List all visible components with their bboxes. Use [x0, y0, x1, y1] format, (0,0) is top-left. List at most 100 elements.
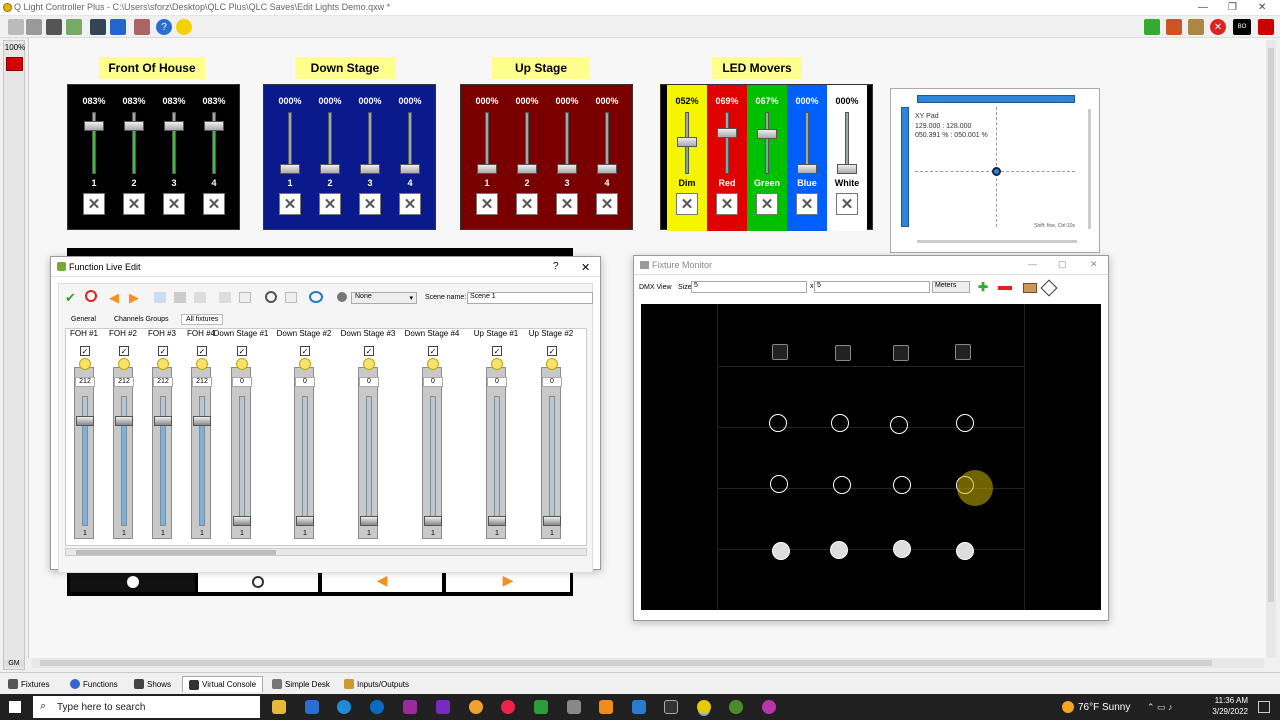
taskbar-search[interactable]: ⌕ Type here to search	[33, 696, 260, 718]
background-image-icon[interactable]	[1023, 283, 1037, 293]
windows-start-icon[interactable]	[9, 701, 21, 713]
channel-value-input[interactable]: 0	[359, 377, 379, 387]
vc-vscroll-thumb[interactable]	[1268, 48, 1274, 602]
mode-toggle-icon[interactable]	[1258, 19, 1274, 35]
app-icon-6[interactable]	[599, 700, 613, 714]
slider-handle[interactable]	[477, 164, 497, 174]
vc-vertical-scrollbar[interactable]	[1266, 40, 1276, 658]
channel-value-input[interactable]: 0	[542, 377, 562, 387]
xy-pad[interactable]: XY Pad 129.000 : 128.000 050.391 % : 050…	[890, 88, 1100, 253]
copy-icon[interactable]	[154, 292, 166, 303]
tab-shows[interactable]: Shows	[128, 676, 177, 692]
reset-button[interactable]: ✕	[756, 193, 778, 215]
slider-handle[interactable]	[233, 516, 251, 526]
edit-icon[interactable]	[66, 19, 82, 35]
grand-master[interactable]: 100% GM	[3, 40, 25, 670]
help-icon[interactable]: ?	[156, 19, 172, 35]
wand-icon[interactable]	[194, 292, 206, 303]
app-icon-2[interactable]	[436, 700, 450, 714]
tray-icons[interactable]: ⌃ ▭ ♪	[1147, 702, 1173, 713]
enable-checkbox[interactable]: ✓	[80, 346, 90, 356]
channel-value-input[interactable]: 0	[487, 377, 507, 387]
panic-icon[interactable]: ✕	[1210, 19, 1226, 35]
reset-button[interactable]: ✕	[676, 193, 698, 215]
app-icon-4[interactable]	[534, 700, 548, 714]
close-window-button[interactable]: ✕	[1258, 2, 1266, 13]
channel-value-input[interactable]: 212	[75, 377, 95, 387]
enable-checkbox[interactable]: ✓	[428, 346, 438, 356]
slider-handle[interactable]	[296, 516, 314, 526]
slider-handle[interactable]	[597, 164, 617, 174]
slider-handle[interactable]	[797, 164, 817, 174]
slider-handle[interactable]	[76, 416, 94, 427]
fixture-monitor-grid[interactable]	[641, 304, 1101, 610]
slider-handle[interactable]	[557, 164, 577, 174]
fixture-bulb-icon[interactable]	[955, 344, 971, 360]
save-icon[interactable]	[46, 19, 62, 35]
app-icon-3[interactable]	[469, 700, 483, 714]
live-edit-icon[interactable]	[1166, 19, 1182, 35]
fixture-circle[interactable]	[833, 476, 851, 494]
mail-icon[interactable]	[305, 700, 319, 714]
gm-slider-handle[interactable]	[6, 57, 23, 71]
fixture-circle[interactable]	[831, 414, 849, 432]
vc-hscroll-thumb[interactable]	[40, 660, 1212, 666]
next-cue-button[interactable]: ▶	[446, 572, 570, 592]
reset-button[interactable]: ✕	[163, 193, 185, 215]
tab-simple-desk[interactable]: Simple Desk	[266, 676, 336, 692]
weather-text[interactable]: 76°F Sunny	[1078, 702, 1130, 713]
tab-channels-groups[interactable]: Channels Groups	[114, 316, 168, 323]
slider-handle[interactable]	[677, 136, 697, 147]
enable-checkbox[interactable]: ✓	[300, 346, 310, 356]
reset-button[interactable]: ✕	[279, 193, 301, 215]
add-fixture-icon[interactable]: ✚	[978, 281, 988, 293]
clock-time[interactable]: 11:36 AM	[1200, 696, 1248, 705]
open-icon[interactable]	[26, 19, 42, 35]
reset-button[interactable]: ✕	[319, 193, 341, 215]
slider-handle[interactable]	[84, 120, 104, 131]
enable-checkbox[interactable]: ✓	[158, 346, 168, 356]
enable-checkbox[interactable]: ✓	[364, 346, 374, 356]
weather-icon[interactable]	[1062, 701, 1074, 713]
fm-minimize-button[interactable]: —	[1028, 259, 1037, 269]
dmx-icon[interactable]	[1144, 19, 1160, 35]
slider-rail[interactable]	[366, 396, 372, 526]
fixture-bulb-icon[interactable]	[893, 345, 909, 361]
reset-button[interactable]: ✕	[516, 193, 538, 215]
new-icon[interactable]	[8, 19, 24, 35]
reset-button[interactable]: ✕	[203, 193, 225, 215]
maximize-button[interactable]: ❐	[1228, 2, 1237, 13]
slider-track[interactable]	[725, 112, 729, 174]
reset-button[interactable]: ✕	[399, 193, 421, 215]
channel-value-input[interactable]: 212	[114, 377, 134, 387]
reset-button[interactable]: ✕	[796, 193, 818, 215]
tab-functions[interactable]: Functions	[64, 676, 124, 692]
fm-close-button[interactable]: ✕	[1090, 259, 1098, 270]
close-button[interactable]: ✕	[581, 261, 590, 274]
tab-fixtures[interactable]: Fixtures	[2, 676, 55, 692]
slider-handle[interactable]	[543, 516, 561, 526]
enable-checkbox[interactable]: ✓	[492, 346, 502, 356]
slider-handle[interactable]	[115, 416, 133, 427]
channel-value-input[interactable]: 0	[232, 377, 252, 387]
slider-handle[interactable]	[424, 516, 442, 526]
reset-button[interactable]: ✕	[476, 193, 498, 215]
scrollbar-thumb[interactable]	[76, 550, 276, 555]
chrome-icon[interactable]	[501, 700, 515, 714]
scene-name-input[interactable]: Scene 1	[467, 292, 593, 304]
slider-handle[interactable]	[164, 120, 184, 131]
reset-button[interactable]: ✕	[83, 193, 105, 215]
accept-icon[interactable]: ✔	[65, 290, 76, 306]
fullscreen-icon[interactable]	[134, 19, 150, 35]
xy-vertical-scroll[interactable]	[1088, 109, 1091, 229]
design-mode-icon[interactable]	[1188, 19, 1204, 35]
units-select[interactable]: Meters	[932, 281, 970, 293]
qlc-plus-icon[interactable]	[697, 700, 711, 714]
slider-handle[interactable]	[204, 120, 224, 131]
slider-handle[interactable]	[320, 164, 340, 174]
fixture-bulb-icon[interactable]	[772, 344, 788, 360]
horizontal-scrollbar[interactable]	[65, 548, 587, 556]
help-button[interactable]: ?	[553, 261, 559, 272]
fixture-circle[interactable]	[770, 475, 788, 493]
remove-fixture-icon[interactable]	[998, 286, 1012, 290]
